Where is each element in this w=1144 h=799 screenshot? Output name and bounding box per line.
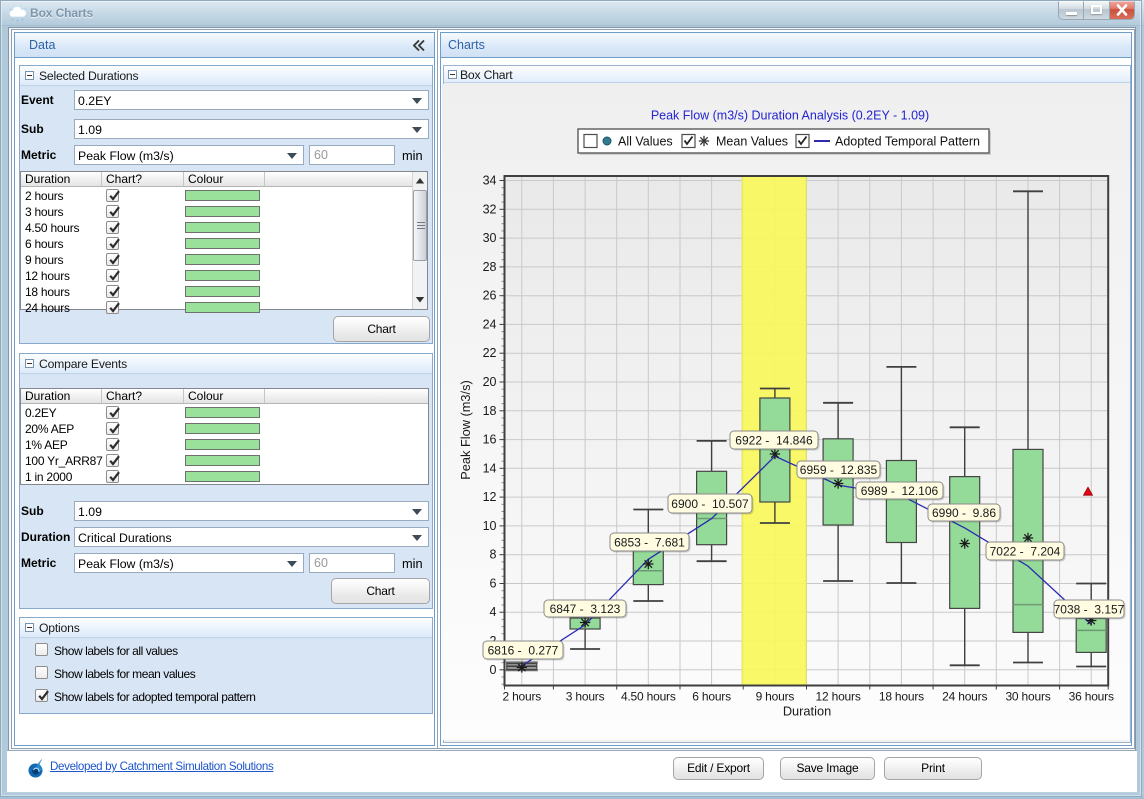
svg-text:10: 10: [483, 519, 497, 533]
svg-text:Duration: Duration: [783, 704, 831, 719]
svg-text:36 hours: 36 hours: [1069, 690, 1114, 704]
svg-text:6: 6: [490, 577, 497, 591]
svg-text:12: 12: [483, 490, 497, 504]
svg-text:18 hours: 18 hours: [879, 690, 924, 704]
svg-text:18: 18: [483, 404, 497, 418]
svg-text:6900 - 10.507: 6900 - 10.507: [671, 497, 749, 511]
svg-text:All Values: All Values: [618, 135, 673, 149]
svg-text:30: 30: [483, 231, 497, 245]
svg-text:Adopted Temporal Pattern: Adopted Temporal Pattern: [835, 135, 980, 149]
svg-text:30 hours: 30 hours: [1005, 690, 1050, 704]
svg-text:3 hours: 3 hours: [566, 690, 605, 704]
svg-text:8: 8: [490, 548, 497, 562]
svg-text:14: 14: [483, 461, 497, 475]
svg-text:6990 - 9.86: 6990 - 9.86: [932, 506, 996, 520]
svg-text:Peak Flow (m3/s) Duration Anal: Peak Flow (m3/s) Duration Analysis (0.2E…: [651, 109, 929, 123]
svg-text:6922 - 14.846: 6922 - 14.846: [735, 433, 813, 447]
svg-text:Peak Flow (m3/s): Peak Flow (m3/s): [458, 380, 473, 480]
svg-text:32: 32: [483, 202, 497, 216]
svg-text:6853 - 7.681: 6853 - 7.681: [614, 535, 685, 549]
svg-text:4: 4: [490, 605, 497, 619]
svg-text:2 hours: 2 hours: [502, 690, 541, 704]
svg-text:6 hours: 6 hours: [692, 690, 731, 704]
svg-text:6959 - 12.835: 6959 - 12.835: [800, 463, 878, 477]
svg-text:Mean Values: Mean Values: [716, 135, 788, 149]
svg-text:6847 - 3.123: 6847 - 3.123: [550, 602, 621, 616]
svg-text:22: 22: [483, 346, 497, 360]
svg-text:7038 - 3.157: 7038 - 3.157: [1054, 602, 1125, 616]
svg-text:6989 - 12.106: 6989 - 12.106: [861, 484, 939, 498]
svg-text:9 hours: 9 hours: [756, 690, 795, 704]
svg-text:7022 - 7.204: 7022 - 7.204: [990, 544, 1061, 558]
svg-text:24: 24: [483, 317, 497, 331]
svg-text:12 hours: 12 hours: [816, 690, 861, 704]
svg-text:6816 - 0.277: 6816 - 0.277: [488, 643, 559, 657]
svg-text:24 hours: 24 hours: [942, 690, 987, 704]
svg-text:16: 16: [483, 433, 497, 447]
svg-text:26: 26: [483, 289, 497, 303]
svg-text:20: 20: [483, 375, 497, 389]
svg-text:0: 0: [490, 663, 497, 677]
svg-text:28: 28: [483, 260, 497, 274]
svg-text:34: 34: [483, 174, 497, 188]
svg-text:4.50 hours: 4.50 hours: [621, 690, 676, 704]
